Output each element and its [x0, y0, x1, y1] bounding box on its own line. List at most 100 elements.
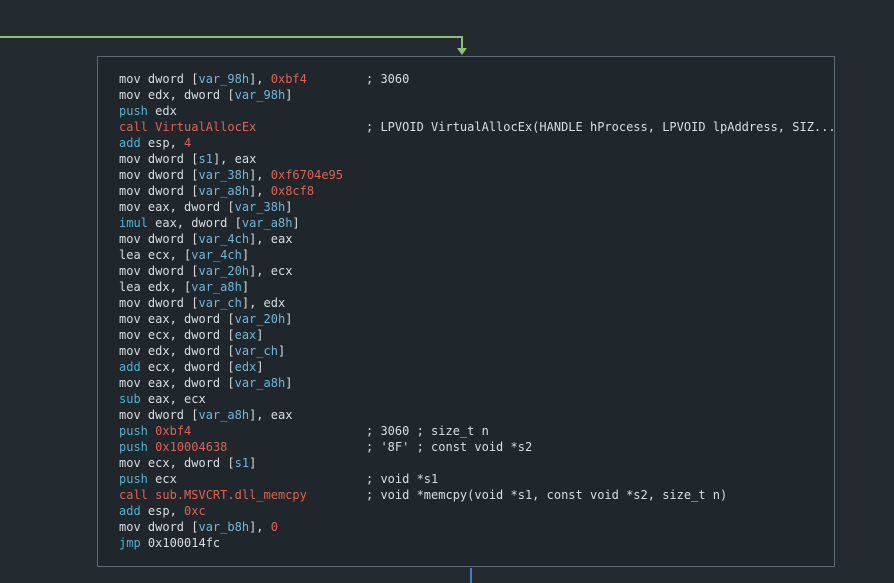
instruction-comment: ; void *memcpy(void *s1, const void *s2,… [366, 488, 728, 502]
instruction-token: mov eax, dword [119, 312, 228, 326]
instruction-token: mov ecx, dword [119, 456, 228, 470]
instruction-token: ecx, dword [140, 360, 228, 374]
instruction-token: , [256, 184, 271, 198]
instruction-token: mov dword [119, 408, 192, 422]
instruction-token: [ [227, 200, 235, 214]
instruction-token: var_ch [234, 344, 278, 358]
instruction-comment: ; 3060 [366, 72, 410, 86]
instruction-token: eax [234, 328, 257, 342]
instruction-text: call sub.MSVCRT.dll_memcpy [119, 487, 307, 503]
instruction-text: mov edx, dword [var_98h] [119, 87, 292, 103]
instruction-token: esp, [140, 136, 185, 150]
instruction-token: ] [277, 344, 286, 358]
instruction-token: 0xbf4 [270, 72, 307, 86]
instruction-token: ] [249, 456, 257, 470]
instruction-token: var_a8h [198, 184, 250, 198]
instruction-token: mov ecx, dword [119, 328, 228, 342]
instruction-token: mov dword [119, 520, 192, 534]
instruction-token: ] [285, 200, 293, 214]
instruction-token: edx [147, 104, 177, 118]
instruction-token: eax, ecx [140, 392, 206, 406]
instruction-token: var_a8h [191, 280, 242, 294]
instruction-text: call VirtualAllocEx [119, 119, 256, 135]
instruction-token: var_a8h [234, 376, 286, 390]
instruction-token: sub [119, 392, 141, 406]
instruction-token: push [119, 424, 148, 438]
instruction-text: mov dword [var_4ch], eax [119, 231, 292, 247]
instruction-text: mov dword [s1], eax [119, 151, 256, 167]
instruction-token: mov dword [119, 296, 192, 310]
instruction-text: mov ecx, dword [eax] [119, 327, 264, 343]
instruction-token: ecx [147, 472, 177, 486]
instruction-comment: ; LPVOID VirtualAllocEx(HANDLE hProcess,… [366, 120, 836, 134]
instruction-token: imul [119, 216, 148, 230]
instruction-token: mov eax, dword [119, 376, 228, 390]
basic-block-node[interactable]: mov dword [ var_98h], 0xbf4 ; 3060 mov edx,… [97, 56, 836, 567]
instruction-token: , [256, 168, 271, 182]
instruction-token: var_38h [198, 168, 250, 182]
instruction-token: var_20h [234, 312, 286, 326]
instruction-token: var_38h [234, 200, 286, 214]
instruction-text: push edx [119, 103, 177, 119]
instruction-text: mov dword [var_ch], edx [119, 295, 285, 311]
incoming-edge-arrow-icon [457, 48, 467, 55]
instruction-token: s1 [234, 456, 250, 470]
instruction-token: ] [285, 376, 293, 390]
instruction-token: , eax [220, 152, 257, 166]
instruction-text: mov eax, dword [var_a8h] [119, 375, 292, 391]
instruction-token: var_98h [198, 72, 250, 86]
instruction-token: var_a8h [198, 408, 250, 422]
instruction-token: call sub.MSVCRT.dll_memcpy [119, 488, 307, 502]
instruction-token: , [256, 72, 271, 86]
instruction-token: var_a8h [241, 216, 293, 230]
instruction-token: esp, [140, 504, 185, 518]
instruction-token: mov dword [119, 264, 192, 278]
instruction-token: ] [241, 296, 250, 310]
instruction-token: [ [227, 360, 235, 374]
instruction-token: mov dword [119, 152, 192, 166]
instruction-comment: ; void *s1 [366, 472, 439, 486]
instruction-token: jmp [119, 536, 141, 550]
instruction-text: jmp 0x100014fc [119, 535, 220, 551]
instruction-token: s1 [198, 152, 213, 166]
instruction-token: ] [241, 248, 250, 262]
instruction-token: var_20h [198, 264, 250, 278]
instruction-text: lea edx, [var_a8h] [119, 279, 249, 295]
instruction-token: ] [292, 216, 300, 230]
instruction-token: mov dword [119, 168, 192, 182]
instruction-text: add esp, 4 [119, 135, 191, 151]
instruction-text: mov edx, dword [var_ch] [119, 343, 285, 359]
instruction-token: 0 [270, 520, 278, 534]
instruction-token: eax, dword [147, 216, 235, 230]
incoming-edge-vertical [461, 36, 463, 48]
instruction-text: mov dword [var_b8h], 0 [119, 519, 278, 535]
instruction-text: mov dword [var_38h], 0xf6704e95 [119, 167, 343, 183]
instruction-text: mov ecx, dword [s1] [119, 455, 256, 471]
instruction-token: mov edx, dword [119, 344, 228, 358]
instruction-text: mov eax, dword [var_38h] [119, 199, 292, 215]
instruction-text: mov eax, dword [var_20h] [119, 311, 292, 327]
instruction-token: var_b8h [198, 520, 250, 534]
instruction-token: lea edx, [119, 280, 185, 294]
incoming-edge-horizontal [0, 36, 463, 38]
instruction-token: push [119, 104, 148, 118]
instruction-token: push [119, 472, 148, 486]
outgoing-edge [470, 568, 472, 583]
instruction-token: 0xc [184, 504, 206, 518]
instruction-token: var_98h [234, 88, 286, 102]
instruction-token: lea ecx, [119, 248, 185, 262]
instruction-text: mov dword [var_a8h], 0x8cf8 [119, 183, 314, 199]
instruction-token: , eax [256, 232, 293, 246]
instruction-token: mov dword [119, 184, 192, 198]
instruction-token: 0xbf4 [155, 424, 192, 438]
instruction-token: ] [285, 88, 293, 102]
instruction-token: 4 [184, 136, 192, 150]
graph-canvas[interactable]: mov dword [ var_98h], 0xbf4 ; 3060 mov edx,… [0, 0, 894, 583]
instruction-token: mov dword [119, 72, 192, 86]
instruction-token: 0x10004638 [155, 440, 228, 454]
instruction-token: ] [285, 312, 293, 326]
instruction-token: [ [227, 376, 235, 390]
instruction-token: call VirtualAllocEx [119, 120, 257, 134]
instruction-text: add esp, 0xc [119, 503, 206, 519]
instruction-token: [ [227, 312, 235, 326]
